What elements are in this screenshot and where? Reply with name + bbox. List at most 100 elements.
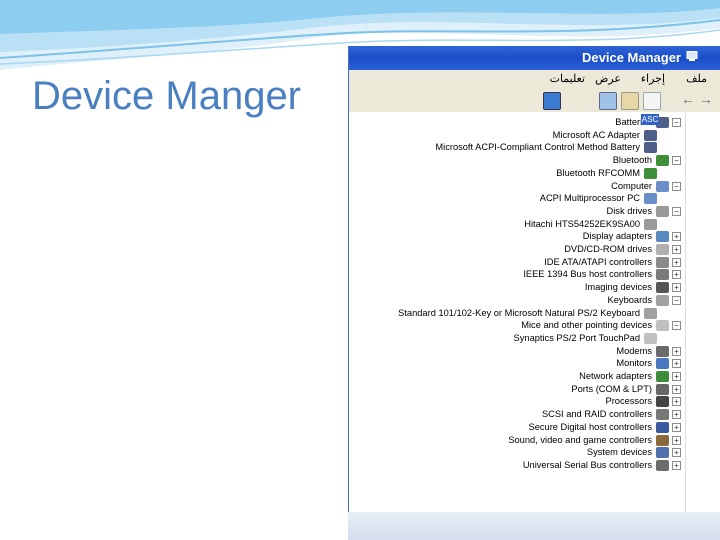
- refresh-icon[interactable]: [599, 92, 617, 110]
- collapse-icon[interactable]: −: [672, 321, 681, 331]
- tree-item-label: Bluetooth RFCOMM: [556, 167, 640, 178]
- processor-icon: [656, 396, 669, 408]
- tree-device[interactable]: ACPI Multiprocessor PC: [349, 192, 685, 205]
- expand-icon[interactable]: +: [672, 410, 681, 420]
- tree-item-label: Imaging devices: [584, 282, 652, 293]
- tree-device[interactable]: Hitachi HTS54252EK9SA00: [349, 218, 685, 231]
- collapse-icon[interactable]: −: [672, 118, 681, 127]
- tree-category[interactable]: Disk drives −: [349, 205, 685, 218]
- tree-category[interactable]: IEEE 1394 Bus host controllers +: [349, 268, 685, 281]
- help-icon[interactable]: [621, 92, 639, 110]
- tree-device[interactable]: Microsoft AC Adapter: [349, 129, 685, 142]
- display-icon: [656, 231, 669, 243]
- tree-device[interactable]: Microsoft ACPI-Compliant Control Method …: [349, 141, 685, 154]
- camera-icon: [656, 282, 669, 294]
- tree-category[interactable]: Universal Serial Bus controllers +: [349, 459, 685, 472]
- expand-icon[interactable]: +: [672, 346, 681, 356]
- expand-icon[interactable]: +: [672, 384, 681, 394]
- tree-category[interactable]: DVD/CD-ROM drives +: [349, 243, 685, 256]
- tree-item-label: System devices: [586, 447, 652, 458]
- ide-icon: [656, 256, 669, 268]
- expand-icon[interactable]: +: [672, 232, 681, 242]
- tree-item-label: Disk drives: [606, 205, 652, 216]
- forward-arrow-icon[interactable]: →: [699, 91, 713, 107]
- keyboard-icon: [644, 307, 657, 319]
- collapse-icon[interactable]: −: [672, 156, 681, 166]
- mouse-icon: [644, 332, 657, 344]
- tree-category[interactable]: Network adapters +: [349, 370, 685, 383]
- window-titlebar[interactable]: Device Manager: [349, 46, 720, 70]
- battery-icon: [644, 142, 657, 154]
- tree-device[interactable]: Synaptics PS/2 Port TouchPad: [349, 332, 685, 345]
- tree-item-label: Mice and other pointing devices: [521, 320, 652, 331]
- menu-file[interactable]: ملف: [686, 72, 707, 85]
- expand-icon[interactable]: +: [672, 422, 681, 432]
- tree-item-label: Sound, video and game controllers: [508, 434, 652, 445]
- tree-category[interactable]: Computer −: [349, 180, 685, 193]
- expand-icon[interactable]: +: [672, 283, 681, 293]
- collapse-icon[interactable]: −: [672, 181, 681, 191]
- tree-category[interactable]: Processors +: [349, 395, 685, 408]
- collapse-icon[interactable]: −: [672, 206, 681, 216]
- expand-icon[interactable]: +: [672, 359, 681, 369]
- bluetooth-icon: [656, 155, 669, 167]
- expand-icon[interactable]: +: [672, 372, 681, 381]
- tree-category[interactable]: Display adapters +: [349, 230, 685, 243]
- tree-item-label: Microsoft AC Adapter: [552, 129, 640, 140]
- disk-icon: [644, 218, 657, 230]
- tree-category[interactable]: Sound, video and game controllers +: [349, 434, 685, 447]
- back-arrow-icon[interactable]: ←: [681, 91, 695, 107]
- expand-icon[interactable]: +: [672, 245, 681, 254]
- tree-item-label: Universal Serial Bus controllers: [522, 459, 652, 470]
- expand-icon[interactable]: +: [672, 448, 681, 458]
- tree-category[interactable]: Modems +: [349, 345, 685, 358]
- network-icon: [656, 371, 669, 382]
- properties-icon[interactable]: [643, 92, 661, 110]
- slide-title: Device Manger: [32, 74, 302, 118]
- computer-icon: [656, 180, 669, 192]
- tree-item-label: Microsoft ACPI-Compliant Control Method …: [435, 142, 640, 153]
- bottom-decoration: [348, 512, 720, 540]
- tree-category[interactable]: SCSI and RAID controllers +: [349, 408, 685, 421]
- sd-icon: [656, 421, 669, 433]
- tree-category[interactable]: Mice and other pointing devices −: [349, 319, 685, 332]
- menu-action[interactable]: إجراء: [641, 72, 665, 85]
- selected-root-node[interactable]: ASC: [641, 114, 659, 125]
- ieee-icon: [656, 269, 669, 281]
- device-tree: Batteries − Microsoft AC Adapter Microsoft …: [349, 112, 685, 540]
- tree-item-label: Synaptics PS/2 Port TouchPad: [513, 332, 640, 343]
- tree-category[interactable]: IDE ATA/ATAPI controllers +: [349, 256, 685, 269]
- tree-item-label: SCSI and RAID controllers: [541, 409, 652, 420]
- tree-item-label: Secure Digital host controllers: [528, 421, 653, 432]
- menu-view[interactable]: عرض: [595, 72, 621, 85]
- tree-category[interactable]: Batteries −: [349, 116, 685, 129]
- port-icon: [656, 383, 669, 395]
- tree-category[interactable]: Bluetooth −: [349, 154, 685, 167]
- tree-category[interactable]: Keyboards −: [349, 294, 685, 307]
- scsi-icon: [656, 409, 669, 421]
- usb-icon: [656, 459, 669, 471]
- print-icon[interactable]: [543, 92, 561, 110]
- expand-icon[interactable]: +: [672, 460, 681, 470]
- menu-bar: ملف إجراء عرض تعليمات: [349, 70, 720, 88]
- expand-icon[interactable]: +: [672, 435, 681, 445]
- tree-device[interactable]: Bluetooth RFCOMM: [349, 167, 685, 180]
- expand-icon[interactable]: +: [672, 270, 681, 280]
- tree-category[interactable]: System devices +: [349, 446, 685, 459]
- computer-icon: [686, 51, 698, 61]
- expand-icon[interactable]: +: [672, 397, 681, 407]
- tree-category[interactable]: Imaging devices +: [349, 281, 685, 294]
- tree-category[interactable]: Secure Digital host controllers +: [349, 421, 685, 434]
- menu-help[interactable]: تعليمات: [550, 72, 585, 85]
- battery-icon: [644, 129, 657, 141]
- sound-icon: [656, 434, 669, 446]
- tree-device[interactable]: Standard 101/102-Key or Microsoft Natura…: [349, 307, 685, 320]
- tree-item-label: Network adapters: [579, 371, 652, 381]
- tree-scroll-area[interactable]: [685, 112, 720, 540]
- tree-item-label: Keyboards: [607, 294, 652, 305]
- expand-icon[interactable]: +: [672, 257, 681, 267]
- collapse-icon[interactable]: −: [672, 295, 681, 305]
- tree-item-label: Processors: [605, 396, 653, 407]
- tree-category[interactable]: Monitors +: [349, 357, 685, 370]
- tree-category[interactable]: Ports (COM & LPT) +: [349, 383, 685, 396]
